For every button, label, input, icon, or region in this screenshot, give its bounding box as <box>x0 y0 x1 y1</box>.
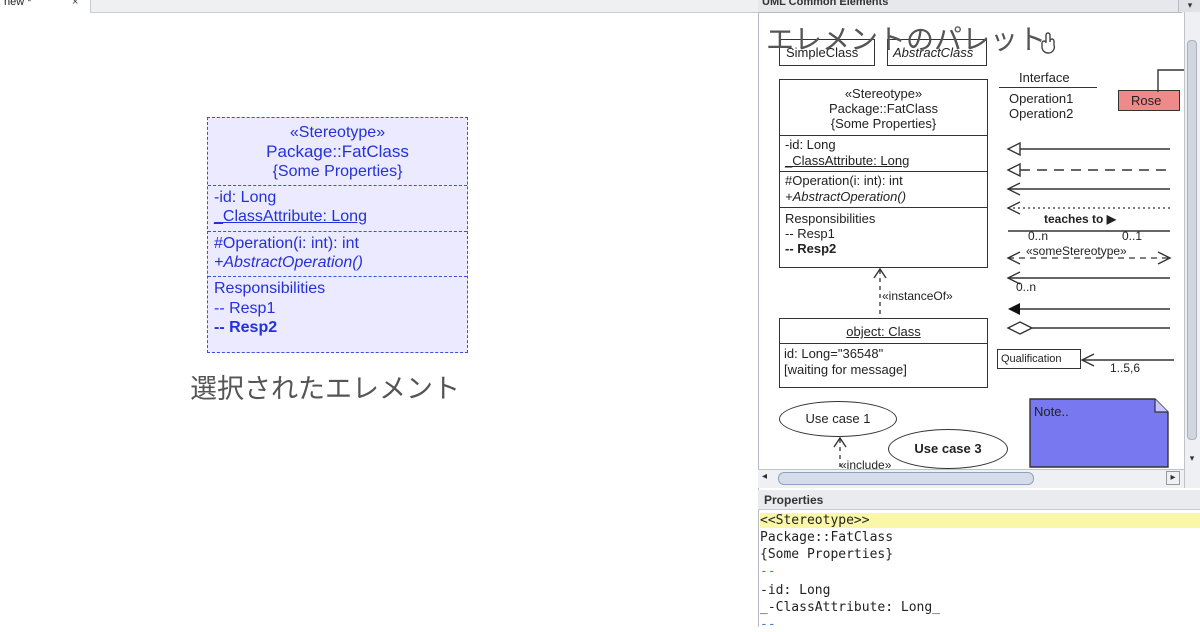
palette-use-case-1[interactable]: Use case 1 <box>779 401 897 437</box>
selected-element-caption: 選択されたエレメント <box>190 367 460 406</box>
palette-title: UML Common Elements <box>762 0 888 8</box>
object-attr-2: [waiting for message] <box>784 362 907 377</box>
multiplicity-right: 0..1 <box>1122 229 1142 244</box>
attributes-divider <box>208 185 467 186</box>
palette-caption: エレメントのパレット <box>766 18 1046 58</box>
class-stereotype: «Stereotype» <box>208 124 467 142</box>
object-attr-1: id: Long="36548" <box>784 346 883 361</box>
palette-rose-element[interactable]: Rose <box>1118 90 1180 111</box>
palette-interface[interactable]: Interface Operation1 Operation2 <box>999 68 1099 124</box>
some-stereotype-label: «someStereotype» <box>1026 244 1127 259</box>
fat-class-resp-title: Responsibilities <box>785 211 875 226</box>
responsibilities-title: Responsibilities <box>214 280 325 298</box>
use-case-1-label: Use case 1 <box>780 411 896 426</box>
interface-title: Interface <box>1019 70 1070 85</box>
scroll-right-icon[interactable]: ▸ <box>1166 471 1180 485</box>
fat-class-name: Package::FatClass <box>780 101 987 116</box>
close-tab-icon[interactable]: × <box>72 0 78 8</box>
responsibilities-divider <box>208 276 467 277</box>
fat-class-divider-3 <box>780 207 987 208</box>
fat-class-stereotype: «Stereotype» <box>780 86 987 101</box>
class-name: Package::FatClass <box>208 143 467 161</box>
palette-use-case-3[interactable]: Use case 3 <box>888 429 1008 469</box>
tab-label: new * <box>4 0 32 8</box>
palette-relationships <box>998 135 1178 335</box>
properties-title: Properties <box>764 493 823 507</box>
object-divider <box>780 343 987 344</box>
operations-divider <box>208 231 467 232</box>
scroll-down-icon[interactable]: ▾ <box>1184 452 1200 466</box>
fat-class-resp-1: -- Resp1 <box>785 226 835 241</box>
palette-qualification[interactable]: Qualification <box>997 349 1081 369</box>
properties-line-attr-id[interactable]: -id: Long <box>760 583 830 598</box>
rose-connector <box>1150 66 1184 92</box>
note-label: Note.. <box>1034 404 1069 419</box>
rose-label: Rose <box>1131 93 1161 108</box>
properties-header: Properties <box>758 490 1200 510</box>
palette-object[interactable]: object: Class id: Long="36548" [waiting … <box>779 318 988 388</box>
object-name: object: Class <box>780 324 987 339</box>
fat-class-divider-1 <box>780 135 987 136</box>
fat-class-attr-1: -id: Long <box>785 137 836 152</box>
instance-of-label: «instanceOf» <box>882 289 953 304</box>
hand-cursor-icon <box>1040 32 1058 56</box>
fat-class-op-1: #Operation(i: int): int <box>785 173 903 188</box>
multiplicity-left: 0..n <box>1028 229 1048 244</box>
properties-line-separator-1[interactable]: -- <box>760 564 776 579</box>
properties-line-stereotype[interactable]: <<Stereotype>> <box>760 513 1200 528</box>
fat-class-attr-2: _ClassAttribute: Long <box>785 153 909 168</box>
interface-op-2: Operation2 <box>1009 106 1073 121</box>
palette-header: UML Common Elements <box>758 0 1182 13</box>
fat-class-properties: {Some Properties} <box>780 116 987 131</box>
tab-new-diagram[interactable]: new * × <box>0 0 91 13</box>
properties-line-separator-2[interactable]: -- <box>760 617 776 632</box>
palette-note[interactable]: Note.. <box>1029 398 1169 468</box>
scroll-left-icon[interactable]: ◂ <box>762 471 774 485</box>
qualification-label: Qualification <box>1001 352 1062 367</box>
multiplicity-0n: 0..n <box>1016 280 1036 295</box>
editor-tab-bar <box>0 0 758 13</box>
attribute-id: -id: Long <box>214 189 276 207</box>
fat-class-resp-2: -- Resp2 <box>785 241 836 256</box>
fat-class-op-2: +AbstractOperation() <box>785 189 906 204</box>
palette-dropdown-icon[interactable]: ▾ <box>1178 0 1200 12</box>
vertical-scroll-thumb[interactable] <box>1187 40 1197 440</box>
interface-op-1: Operation1 <box>1009 91 1073 106</box>
teaches-to-label: teaches to ▶ <box>1044 212 1116 227</box>
operation-1: #Operation(i: int): int <box>214 235 359 253</box>
responsibility-1: -- Resp1 <box>214 300 275 318</box>
responsibility-2: -- Resp2 <box>214 319 277 337</box>
properties-line-name[interactable]: Package::FatClass <box>760 530 893 545</box>
operation-abstract: +AbstractOperation() <box>214 254 363 272</box>
horizontal-scroll-thumb[interactable] <box>778 472 1034 485</box>
palette-fat-class[interactable]: «Stereotype» Package::FatClass {Some Pro… <box>779 79 988 268</box>
qualification-multiplicity: 1..5,6 <box>1110 361 1140 376</box>
fat-class-divider-2 <box>780 171 987 172</box>
properties-line-properties[interactable]: {Some Properties} <box>760 547 893 562</box>
class-properties: {Some Properties} <box>208 163 467 181</box>
properties-line-class-attr[interactable]: _-ClassAttribute: Long_ <box>760 600 940 615</box>
attribute-class-attr: _ClassAttribute: Long <box>214 208 367 226</box>
use-case-3-label: Use case 3 <box>889 441 1007 456</box>
selected-class-element[interactable]: «Stereotype» Package::FatClass {Some Pro… <box>207 117 468 353</box>
interface-line <box>999 87 1097 88</box>
